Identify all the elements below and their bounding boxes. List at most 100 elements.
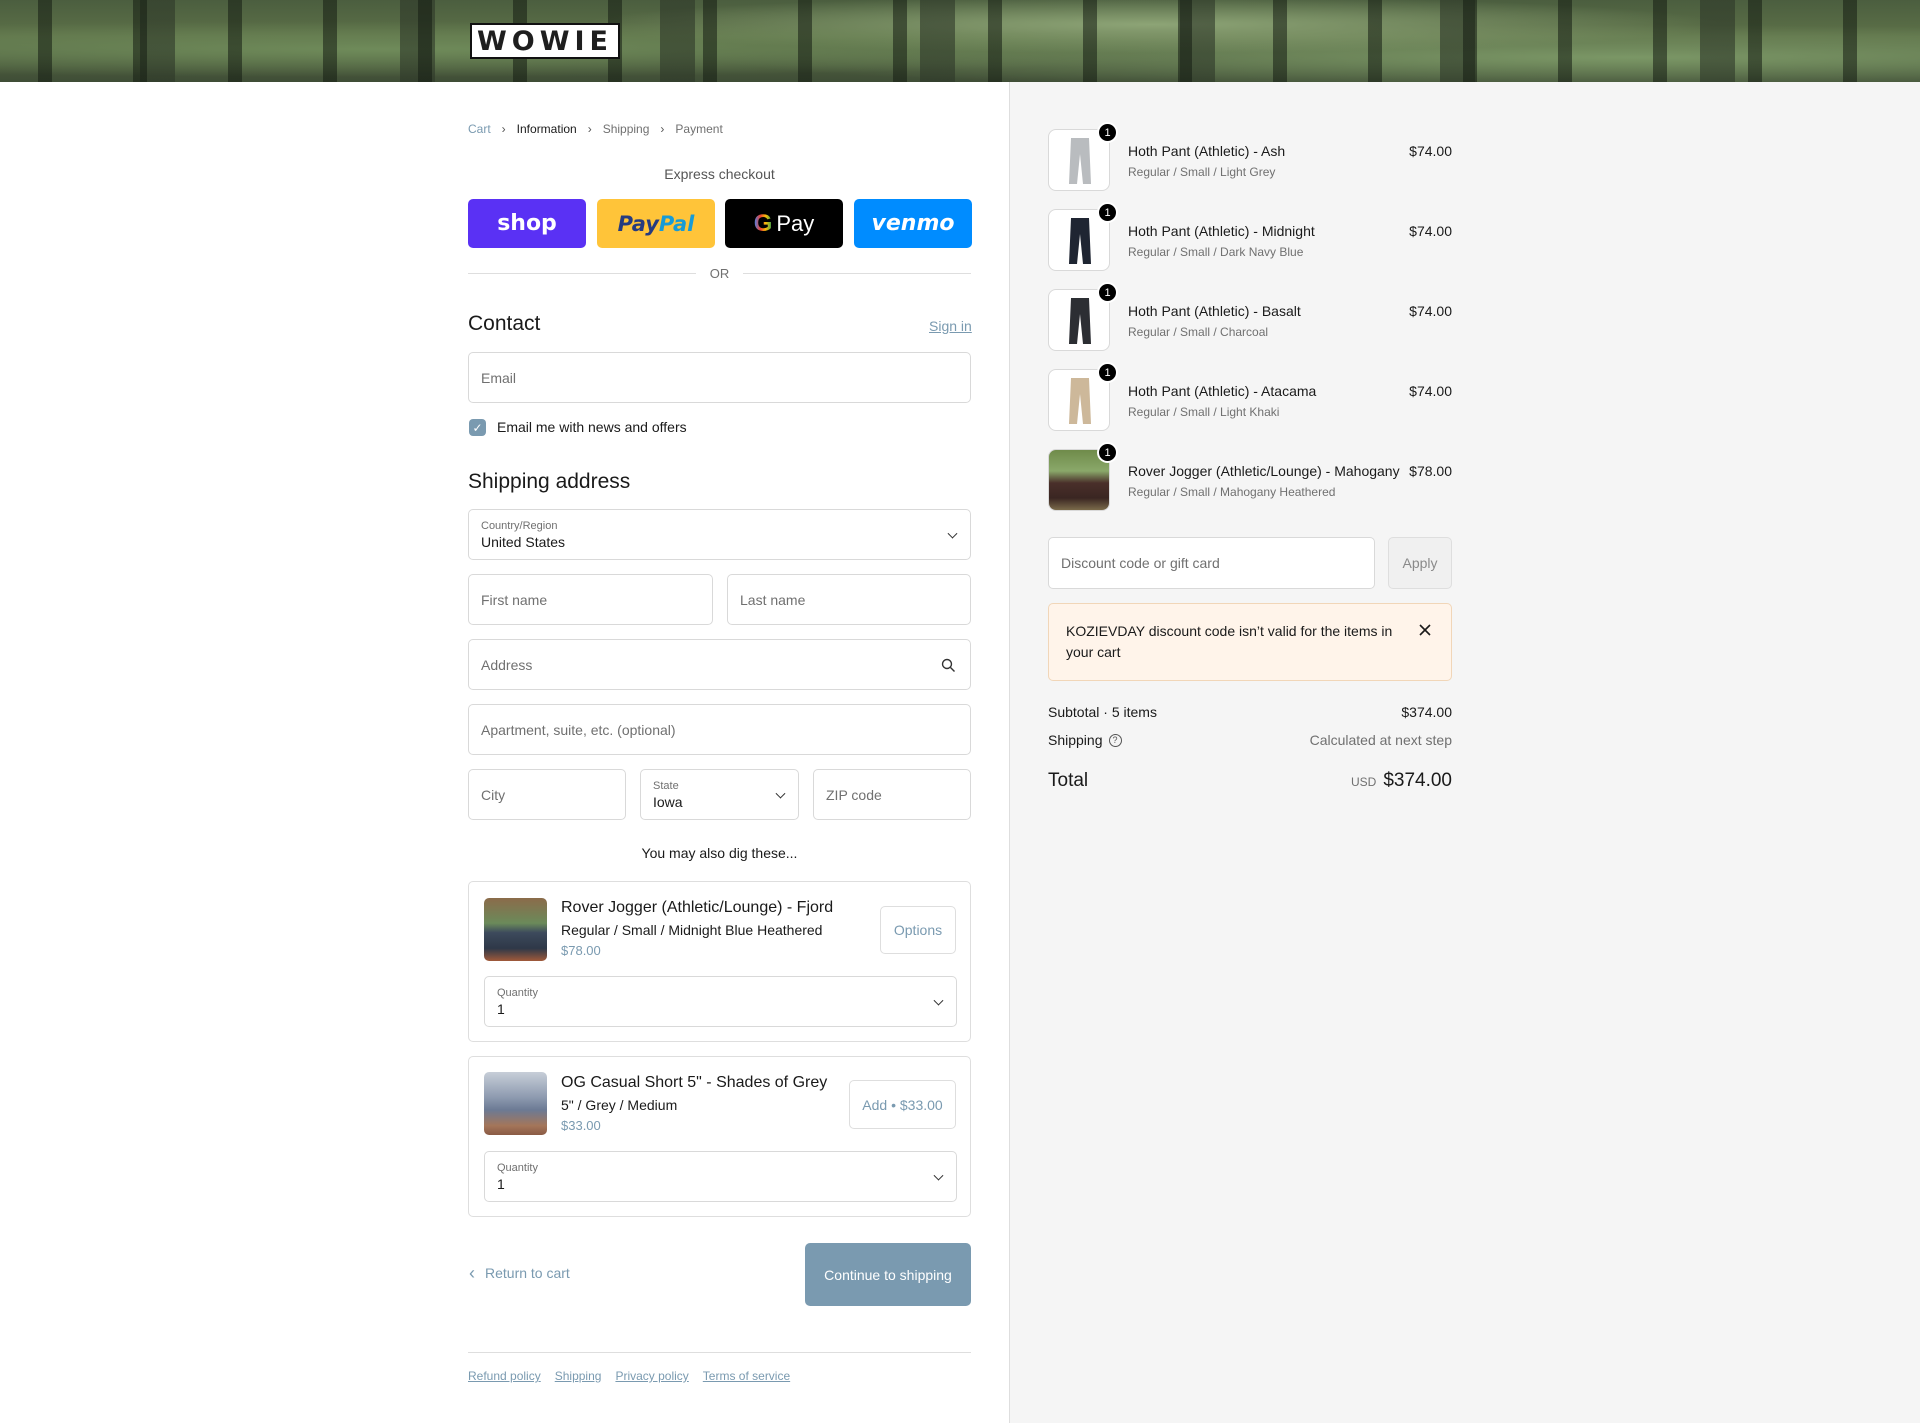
upsell-heading: You may also dig these... <box>641 845 798 861</box>
apartment-field[interactable]: Apartment, suite, etc. (optional) <box>468 704 971 755</box>
currency-code: USD <box>1350 775 1377 789</box>
subtotal-label: Subtotal · 5 items <box>1048 704 1157 720</box>
quantity-badge: 1 <box>1097 362 1118 383</box>
close-icon[interactable] <box>1419 624 1431 636</box>
chevron-down-icon <box>933 1170 944 1181</box>
shop-pay-label: shop <box>497 211 557 236</box>
breadcrumb-cart[interactable]: Cart <box>468 122 491 136</box>
zip-field[interactable]: ZIP code <box>813 769 971 820</box>
return-to-cart-label: Return to cart <box>485 1265 570 1281</box>
shipping-value: Calculated at next step <box>1309 732 1452 748</box>
contact-heading: Contact <box>468 312 541 335</box>
state-label: State <box>653 779 679 792</box>
shipping-label: Shipping <box>1048 732 1103 748</box>
google-g-icon: G <box>753 209 773 237</box>
item-price: $74.00 <box>1409 303 1452 319</box>
total-amount: USD $374.00 <box>1252 770 1452 792</box>
chevron-right-icon: › <box>587 122 592 136</box>
item-variant: Regular / Small / Light Khaki <box>1128 405 1280 419</box>
zip-placeholder: ZIP code <box>826 786 882 803</box>
breadcrumb: Cart › Information › Shipping › Payment <box>468 122 723 136</box>
breadcrumb-shipping: Shipping <box>602 122 650 136</box>
address-field[interactable]: Address <box>468 639 971 690</box>
city-placeholder: City <box>481 786 506 803</box>
city-field[interactable]: City <box>468 769 626 820</box>
total-value: $374.00 <box>1383 770 1452 791</box>
quantity-badge: 1 <box>1097 442 1118 463</box>
store-logo[interactable]: WOWIE <box>470 23 620 59</box>
first-name-placeholder: First name <box>481 591 548 608</box>
options-label: Options <box>893 922 943 938</box>
product-thumbnail <box>484 898 547 961</box>
item-price: $74.00 <box>1409 143 1452 159</box>
google-pay-button[interactable]: G Pay <box>725 199 843 248</box>
newsletter-label: Email me with news and offers <box>497 419 687 435</box>
item-name: Hoth Pant (Athletic) - Basalt <box>1128 303 1301 319</box>
checkmark-icon: ✓ <box>472 420 483 435</box>
apply-label: Apply <box>1402 555 1438 571</box>
order-summary-panel <box>1009 82 1920 1423</box>
item-price: $78.00 <box>1409 463 1452 479</box>
shipping-policy-link[interactable]: Shipping <box>555 1369 602 1383</box>
header-banner <box>0 0 1920 82</box>
newsletter-checkbox[interactable]: ✓ <box>469 419 486 436</box>
email-field[interactable]: Email <box>468 352 971 403</box>
paypal-label-part2: Pal <box>658 211 695 236</box>
last-name-field[interactable]: Last name <box>727 574 971 625</box>
quantity-label: Quantity <box>497 986 538 999</box>
discount-code-field[interactable]: Discount code or gift card <box>1048 537 1375 589</box>
venmo-label: venmo <box>871 211 955 236</box>
upsell-card: OG Casual Short 5" - Shades of Grey 5" /… <box>468 1056 971 1217</box>
item-variant: Regular / Small / Dark Navy Blue <box>1128 245 1304 259</box>
breadcrumb-information: Information <box>516 122 577 136</box>
search-icon <box>941 658 955 672</box>
paypal-label-part1: Pay <box>617 211 659 236</box>
subtotal-value: $374.00 <box>1401 704 1452 720</box>
quantity-badge: 1 <box>1097 122 1118 143</box>
last-name-placeholder: Last name <box>740 591 806 608</box>
upsell-card: Rover Jogger (Athletic/Lounge) - Fjord R… <box>468 881 971 1042</box>
breadcrumb-payment: Payment <box>675 122 723 136</box>
options-button[interactable]: Options <box>880 906 956 954</box>
refund-policy-link[interactable]: Refund policy <box>468 1369 541 1383</box>
sign-in-link[interactable]: Sign in <box>929 318 972 334</box>
product-thumbnail <box>484 1072 547 1135</box>
shop-pay-button[interactable]: shop <box>468 199 586 248</box>
country-value: United States <box>481 533 566 550</box>
footer-divider <box>468 1352 971 1353</box>
quantity-badge: 1 <box>1097 202 1118 223</box>
divider-line <box>743 273 971 274</box>
chevron-down-icon <box>775 788 786 799</box>
return-to-cart-link[interactable]: ‹ Return to cart <box>469 1264 570 1282</box>
continue-label: Continue to shipping <box>824 1266 952 1283</box>
chevron-right-icon: › <box>660 122 665 136</box>
google-pay-label: Pay <box>776 210 815 236</box>
email-placeholder: Email <box>481 369 517 386</box>
privacy-policy-link[interactable]: Privacy policy <box>615 1369 688 1383</box>
item-variant: Regular / Small / Light Grey <box>1128 165 1276 179</box>
quantity-select[interactable]: Quantity 1 <box>484 1151 957 1202</box>
discount-error-notice: KOZIEVDAY discount code isn’t valid for … <box>1048 603 1452 681</box>
country-select[interactable]: Country/Region United States <box>468 509 971 560</box>
apply-discount-button[interactable]: Apply <box>1388 537 1452 589</box>
item-price: $74.00 <box>1409 383 1452 399</box>
chevron-down-icon <box>947 528 958 539</box>
item-name: Hoth Pant (Athletic) - Ash <box>1128 143 1286 159</box>
quantity-select[interactable]: Quantity 1 <box>484 976 957 1027</box>
or-label: OR <box>709 266 730 281</box>
state-select[interactable]: State Iowa <box>640 769 799 820</box>
shipping-row-label: Shipping ? <box>1048 732 1122 748</box>
item-variant: Regular / Small / Charcoal <box>1128 325 1269 339</box>
divider-line <box>468 273 696 274</box>
item-variant: Regular / Small / Mahogany Heathered <box>1128 485 1336 499</box>
first-name-field[interactable]: First name <box>468 574 713 625</box>
terms-of-service-link[interactable]: Terms of service <box>703 1369 790 1383</box>
or-divider: OR <box>468 266 971 281</box>
venmo-button[interactable]: venmo <box>854 199 972 248</box>
total-label: Total <box>1048 770 1089 791</box>
continue-to-shipping-button[interactable]: Continue to shipping <box>805 1243 971 1306</box>
help-icon[interactable]: ? <box>1108 733 1122 747</box>
item-price: $74.00 <box>1409 223 1452 239</box>
paypal-button[interactable]: Pay Pal <box>597 199 715 248</box>
add-upsell-button[interactable]: Add • $33.00 <box>849 1080 956 1129</box>
